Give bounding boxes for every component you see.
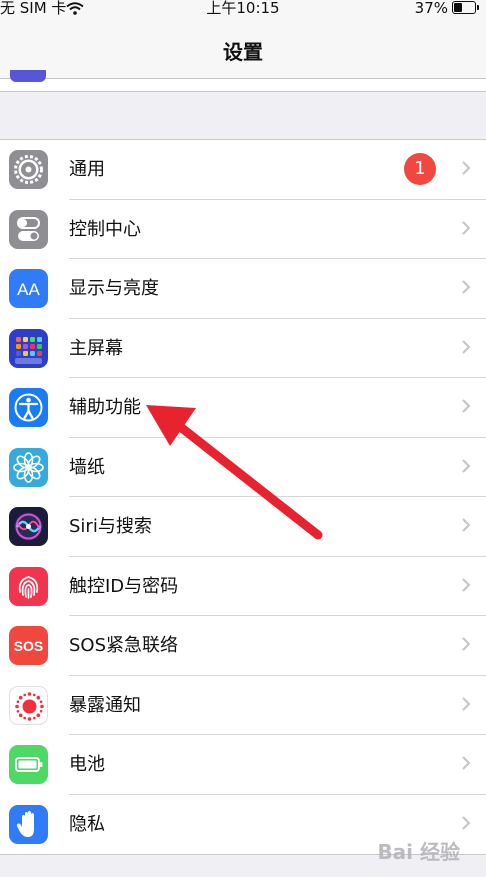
chevron-right-icon — [462, 458, 470, 473]
chevron-right-icon — [462, 161, 470, 175]
chevron-right-icon — [462, 756, 470, 770]
navigation-bar: 设置 — [0, 22, 486, 79]
chevron-right-icon — [462, 815, 470, 830]
settings-row-label: 主屏幕 — [69, 337, 123, 359]
text-size-icon: AA — [9, 269, 48, 308]
chevron-right-icon — [462, 220, 470, 235]
sos-icon: SOS — [9, 626, 48, 665]
gear-icon — [9, 150, 48, 189]
settings-row-label: 通用 — [69, 159, 105, 180]
settings-row-touch-id-passcode[interactable]: 触控ID与密码 — [0, 557, 486, 616]
chevron-right-icon — [462, 696, 470, 711]
clock: 上午10:15 — [206, 0, 280, 17]
settings-row-label: 隐私 — [69, 813, 105, 835]
settings-row-label: 电池 — [69, 754, 105, 775]
chevron-right-icon — [462, 637, 470, 651]
settings-row-exposure-notifications[interactable]: 暴露通知 — [0, 676, 486, 735]
settings-row-label: 暴露通知 — [69, 694, 141, 716]
battery-status-icon — [452, 1, 479, 14]
status-bar: 无 SIM 卡 上午10:15 37% — [0, 0, 486, 22]
settings-row-label: 辅助功能 — [69, 397, 141, 418]
settings-row-label: 控制中心 — [69, 218, 141, 240]
siri-icon — [9, 507, 48, 546]
settings-row-wallpaper[interactable]: 墙纸 — [0, 438, 486, 497]
chevron-right-icon — [462, 518, 470, 532]
settings-row-label: Siri与搜索 — [69, 516, 152, 537]
settings-row-label: 墙纸 — [69, 456, 105, 478]
exposure-icon — [9, 685, 48, 725]
settings-row-home-screen[interactable]: 主屏幕 — [0, 319, 486, 378]
toggle-icon — [9, 209, 48, 249]
settings-row-control-center[interactable]: 控制中心 — [0, 200, 486, 259]
flower-icon — [9, 447, 48, 487]
settings-row-battery[interactable]: 电池 — [0, 735, 486, 795]
chevron-right-icon — [462, 280, 470, 294]
chevron-right-icon — [462, 577, 470, 592]
watermark-text: Bai 经验 — [377, 840, 460, 864]
svg-text:AA: AA — [17, 280, 40, 299]
previous-group-edge — [0, 79, 486, 92]
app-grid-icon — [9, 328, 48, 368]
chevron-right-icon — [462, 339, 470, 354]
chevron-right-icon — [462, 399, 470, 413]
settings-row-siri-search[interactable]: Siri与搜索 — [0, 497, 486, 557]
settings-row-label: 显示与亮度 — [69, 278, 159, 299]
settings-row-label: SOS紧急联络 — [69, 635, 179, 656]
settings-row-label: 触控ID与密码 — [69, 575, 179, 597]
page-title: 设置 — [223, 40, 263, 64]
notification-badge: 1 — [404, 153, 436, 185]
fingerprint-icon — [9, 566, 48, 606]
accessibility-icon — [9, 388, 48, 427]
svg-text:SOS: SOS — [14, 638, 44, 654]
battery-icon — [9, 745, 48, 784]
settings-row-general[interactable]: 通用 1 — [0, 140, 486, 200]
previous-row-icon — [10, 70, 46, 82]
settings-list: 通用 1 控制中心 AA 显示与亮度 主屏幕 辅助功能 墙纸 Siri与搜索 触… — [0, 139, 486, 855]
hand-icon — [9, 804, 48, 844]
battery-percent: 37% — [414, 0, 448, 17]
settings-row-display-brightness[interactable]: AA 显示与亮度 — [0, 259, 486, 319]
settings-row-accessibility[interactable]: 辅助功能 — [0, 378, 486, 438]
settings-row-emergency-sos[interactable]: SOS SOS紧急联络 — [0, 616, 486, 676]
